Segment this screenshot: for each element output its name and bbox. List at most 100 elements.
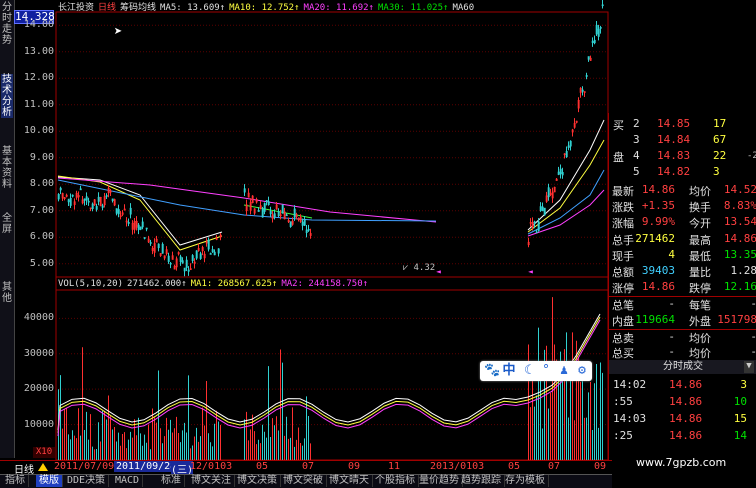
quote-label: 涨跌 xyxy=(612,199,634,215)
price-tick: 11.00 xyxy=(18,99,54,110)
candle-body xyxy=(570,141,571,146)
trade-price: 14.86 xyxy=(669,395,702,408)
ma30-value: MA30: 11.025↑ xyxy=(378,3,448,13)
candle-body xyxy=(84,199,85,201)
bottom-tab[interactable]: 模版 xyxy=(36,475,63,487)
quote-row: 现手4最低13.35 xyxy=(609,248,756,264)
scroll-down-button[interactable]: ▼ xyxy=(744,361,754,373)
price-tick: 10.00 xyxy=(18,125,54,136)
nav-tab-fullscreen[interactable]: 全屏 xyxy=(1,213,13,235)
candle-body xyxy=(542,207,543,211)
vol-ma1: MA1: 268567.625↑ xyxy=(191,279,278,289)
candle-body xyxy=(266,200,267,201)
ob-volume: 17 xyxy=(713,117,726,130)
candle-body xyxy=(106,195,107,196)
trade-row: :5514.8610 xyxy=(609,395,756,411)
trade-volume: 14 xyxy=(734,429,747,442)
quote-value: 13.54 xyxy=(724,215,756,228)
candle-body xyxy=(68,200,69,202)
quote-label: 最新 xyxy=(612,183,634,199)
price-tick: 8.00 xyxy=(18,178,54,189)
ma20-value: MA20: 11.692↑ xyxy=(304,3,374,13)
paw-icon[interactable]: 🐾 xyxy=(484,363,498,379)
quote-row: 总笔-每笔- xyxy=(609,296,756,313)
candle-body xyxy=(278,212,279,216)
bottom-tab[interactable]: 博文关注 xyxy=(188,475,235,487)
candle-body xyxy=(592,41,593,42)
quote-value: 151798 xyxy=(717,313,756,326)
date-axis-bar: 日线 2011/07/09 2011/09/28 (三) 12/0103 05 … xyxy=(0,460,612,474)
trades-title: 分时成交 xyxy=(609,360,756,374)
candle-body xyxy=(170,263,171,264)
date-label-5: 07 xyxy=(302,461,314,472)
bottom-tab[interactable]: DDE决策 xyxy=(64,475,109,487)
candle-body xyxy=(282,205,283,213)
trade-time: 14:02 xyxy=(613,378,646,391)
quote-label: 总买 xyxy=(612,345,634,361)
quote-label: 今开 xyxy=(689,215,711,231)
quote-value: 271462 xyxy=(635,232,675,245)
volume-tick: 20000 xyxy=(18,383,54,394)
candle-body xyxy=(146,228,147,229)
bottom-tab[interactable]: 指标 xyxy=(2,475,29,487)
bottom-tab[interactable]: MACD xyxy=(112,475,143,487)
candle-body xyxy=(212,249,213,251)
bottom-tab[interactable]: 个股指标 xyxy=(372,475,419,487)
trade-volume: 3 xyxy=(740,378,747,391)
candle-body xyxy=(210,253,211,254)
candle-body xyxy=(548,188,549,197)
bottom-tab[interactable]: 博文决策 xyxy=(234,475,281,487)
quote-row: 最新14.86均价14.52 xyxy=(609,183,756,199)
ob-price: 14.84 xyxy=(657,133,690,146)
trade-time: :55 xyxy=(613,395,633,408)
nav-tab-fundamentals[interactable]: 基本资料 xyxy=(1,146,13,190)
candle-body xyxy=(162,244,163,253)
nav-tab-timeshare[interactable]: 分时走势 xyxy=(1,2,13,44)
candle-body xyxy=(304,219,305,225)
candle-body xyxy=(150,242,151,243)
gear-icon[interactable]: ⚙ xyxy=(575,363,589,379)
marker-triangle: ◄ xyxy=(436,267,441,276)
quote-panel: 买 盘 214.8517314.8467414.8322514.823-2 最新… xyxy=(608,113,756,460)
quote-label: 每笔 xyxy=(689,297,711,313)
candle-body xyxy=(80,189,81,190)
bottom-tab[interactable]: 博文突破 xyxy=(280,475,327,487)
period-label: 日线 xyxy=(98,3,116,13)
quote-value: - xyxy=(668,330,675,343)
price-tick: 12.00 xyxy=(18,72,54,83)
candle-body xyxy=(270,211,271,214)
price-tick: 7.00 xyxy=(18,205,54,216)
price-tick: 13.00 xyxy=(18,46,54,57)
candle-body xyxy=(214,252,215,255)
bottom-tab[interactable]: 量价趋势 xyxy=(416,475,463,487)
candle-body xyxy=(568,146,569,148)
moon-icon[interactable]: ☾ xyxy=(521,363,535,379)
candle-body xyxy=(290,222,291,227)
bottom-tab[interactable]: 存为模板 xyxy=(502,475,549,487)
ob-level: 2 xyxy=(633,117,640,130)
candle-body xyxy=(264,204,265,212)
nav-tab-other[interactable]: 其他 xyxy=(1,282,13,304)
candle-body xyxy=(558,172,559,175)
dots-icon[interactable]: ° xyxy=(539,363,553,379)
ob-extra: -2 xyxy=(747,151,756,161)
candle-body xyxy=(200,254,201,259)
quote-value: 14.86 xyxy=(724,232,756,245)
quote-label: 最高 xyxy=(689,232,711,248)
chinese-input-icon[interactable]: 中 xyxy=(502,363,516,379)
nav-tab-technical[interactable]: 技术分析 xyxy=(1,74,13,118)
bottom-tab[interactable]: 博文晴天 xyxy=(326,475,373,487)
trade-price: 14.86 xyxy=(669,378,702,391)
bottom-tab[interactable]: 标准 xyxy=(158,475,185,487)
candle-body xyxy=(586,75,587,76)
quote-row: 内盘119664外盘151798 xyxy=(609,313,756,329)
order-book-row: 214.8517 xyxy=(609,117,756,133)
bottom-tab[interactable]: 趋势跟踪 xyxy=(458,475,505,487)
quote-value: - xyxy=(750,330,756,343)
candle-body xyxy=(196,251,197,258)
candle-body xyxy=(534,222,535,223)
candle-body xyxy=(598,29,599,36)
price-tick: 5.00 xyxy=(18,258,54,269)
person-icon[interactable]: ♟ xyxy=(557,363,571,379)
stock-name: 长江投资 xyxy=(58,3,94,13)
